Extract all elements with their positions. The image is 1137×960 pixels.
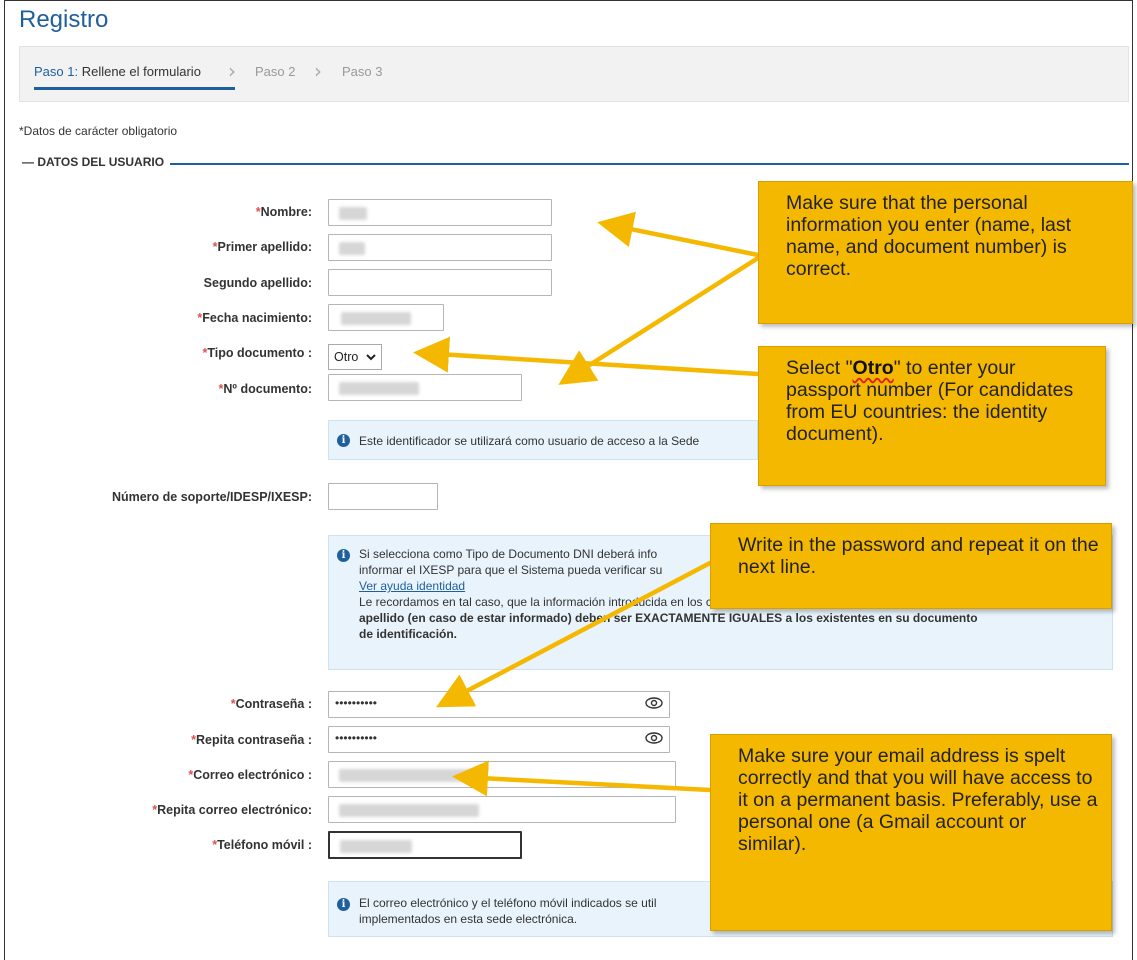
info-correo-text: El correo electrónico y el teléfono móvi… bbox=[359, 895, 656, 927]
segundo-apellido-label: Segundo apellido: bbox=[12, 276, 312, 290]
fecha-nacimiento-input[interactable] bbox=[328, 304, 444, 331]
segundo-apellido-input[interactable] bbox=[328, 269, 552, 296]
section-divider bbox=[22, 163, 1129, 165]
contrasena-value: •••••••••• bbox=[335, 696, 378, 710]
correo-input[interactable] bbox=[328, 761, 676, 788]
repita-contrasena-label-text: Repita contraseña : bbox=[195, 733, 312, 747]
info-dni-line-6: de identificación. bbox=[359, 627, 458, 641]
nombre-label: *Nombre: bbox=[255, 205, 312, 219]
chevron-down-icon bbox=[366, 354, 376, 361]
section-title: DATOS DEL USUARIO bbox=[37, 155, 165, 169]
nombre-label-text: Nombre: bbox=[260, 205, 312, 219]
contrasena-label: *Contraseña : bbox=[230, 697, 312, 711]
segundo-apellido-label-text: Segundo apellido: bbox=[203, 276, 312, 290]
info-identificador: i Este identificador se utilizará como u… bbox=[328, 420, 758, 460]
tipo-documento-select[interactable]: Otro bbox=[328, 344, 382, 370]
callout-otro-pre: Select " bbox=[786, 357, 853, 379]
telefono-label: *Teléfono móvil : bbox=[212, 838, 312, 852]
info-icon: i bbox=[337, 549, 350, 562]
numero-soporte-label: Número de soporte/IDESP/IXESP: bbox=[12, 490, 312, 504]
numero-soporte-label-text: Número de soporte/IDESP/IXESP: bbox=[111, 490, 312, 504]
numero-soporte-input[interactable] bbox=[328, 483, 438, 510]
info-dni-line-5: apellido (en caso de estar informado) de… bbox=[359, 611, 978, 625]
n-documento-label: *Nº documento: bbox=[218, 382, 312, 396]
primer-apellido-label-text: Primer apellido: bbox=[217, 240, 312, 254]
telefono-input[interactable] bbox=[328, 831, 522, 859]
tipo-documento-value: Otro bbox=[334, 350, 359, 364]
repita-correo-input[interactable] bbox=[328, 796, 676, 823]
eye-icon[interactable] bbox=[645, 696, 663, 710]
callout-otro-word: Otro bbox=[852, 357, 894, 379]
info-icon: i bbox=[337, 434, 350, 447]
step-1-prefix: Paso 1: bbox=[34, 64, 79, 79]
repita-contrasena-value: •••••••••• bbox=[335, 731, 378, 745]
info-identificador-text: Este identificador se utilizará como usu… bbox=[359, 434, 700, 448]
info-icon: i bbox=[337, 898, 350, 911]
callout-email: Make sure your email address is spelt co… bbox=[710, 734, 1112, 931]
telefono-label-text: Teléfono móvil : bbox=[217, 838, 312, 852]
fecha-nacimiento-label-text: Fecha nacimiento: bbox=[202, 311, 312, 325]
step-1[interactable]: Paso 1: Rellene el formulario bbox=[34, 64, 201, 79]
info-correo-line-1: El correo electrónico y el teléfono móvi… bbox=[359, 896, 657, 910]
fecha-nacimiento-label: *Fecha nacimiento: bbox=[197, 311, 312, 325]
primer-apellido-input[interactable] bbox=[328, 234, 552, 261]
tipo-documento-label-text: Tipo documento : bbox=[207, 346, 312, 360]
required-note: *Datos de carácter obligatorio bbox=[19, 124, 178, 138]
step-1-label: Rellene el formulario bbox=[78, 64, 201, 79]
callout-otro: Select "Otro" to enter your passport num… bbox=[758, 346, 1106, 486]
active-step-indicator bbox=[34, 87, 235, 90]
repita-contrasena-label: *Repita contraseña : bbox=[191, 733, 312, 747]
chevron-right-icon: › bbox=[228, 59, 236, 83]
n-documento-label-text: Nº documento: bbox=[223, 382, 312, 396]
callout-personal-info: Make sure that the personal information … bbox=[758, 181, 1133, 324]
chevron-right-icon: › bbox=[314, 59, 322, 83]
callout-password: Write in the password and repeat it on t… bbox=[710, 523, 1112, 609]
n-documento-input[interactable] bbox=[328, 374, 522, 401]
eye-icon[interactable] bbox=[645, 731, 663, 745]
tipo-documento-label: *Tipo documento : bbox=[202, 346, 313, 360]
contrasena-label-text: Contraseña : bbox=[235, 697, 312, 711]
repita-correo-label-text: Repita correo electrónico: bbox=[157, 803, 312, 817]
repita-contrasena-input[interactable]: •••••••••• bbox=[328, 726, 670, 753]
nombre-input[interactable] bbox=[328, 199, 552, 226]
repita-correo-label: *Repita correo electrónico: bbox=[152, 803, 312, 817]
contrasena-input[interactable]: •••••••••• bbox=[328, 691, 670, 718]
page-title: Registro bbox=[19, 6, 109, 33]
primer-apellido-label: *Primer apellido: bbox=[212, 240, 312, 254]
step-2[interactable]: Paso 2 bbox=[255, 64, 295, 79]
correo-label: *Correo electrónico : bbox=[188, 768, 312, 782]
stepper: Paso 1: Rellene el formulario › Paso 2 ›… bbox=[19, 46, 1129, 102]
step-3[interactable]: Paso 3 bbox=[342, 64, 382, 79]
correo-label-text: Correo electrónico : bbox=[193, 768, 312, 782]
section-legend: — DATOS DEL USUARIO bbox=[22, 155, 171, 169]
info-correo-line-2: implementados en esta sede electrónica. bbox=[359, 912, 578, 926]
